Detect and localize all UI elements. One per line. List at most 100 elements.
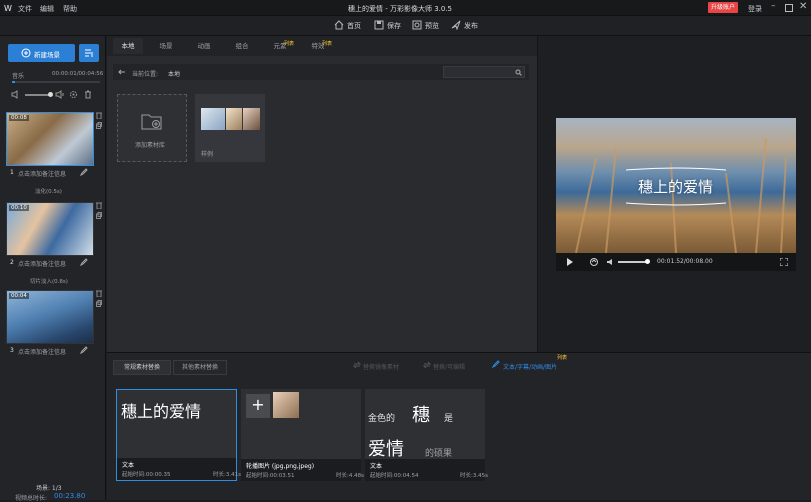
- card-duration: 时长:3.41s: [213, 472, 241, 478]
- window-title: 穗上的爱情 - 万彩影像大师 3.0.5: [348, 5, 453, 13]
- music-time: 00:00:01/00:04:56: [52, 71, 104, 77]
- copy-icon[interactable]: [96, 212, 102, 219]
- svg-text:W: W: [4, 4, 12, 13]
- replace-icon[interactable]: [353, 361, 361, 369]
- add-material-library[interactable]: 添加素材库: [117, 94, 187, 162]
- pen-icon[interactable]: [492, 360, 500, 368]
- scene-note[interactable]: 点击添加备注信息: [18, 259, 66, 268]
- card-text-preview: 穗上的爱情: [121, 402, 202, 421]
- sample-folder-preview: [243, 108, 260, 130]
- volume-up-icon[interactable]: [55, 90, 65, 99]
- scene-thumbnail-3[interactable]: 00:04: [6, 290, 94, 344]
- card-start: 起始时间:00:03.51: [246, 473, 295, 479]
- scene-thumbnail-2[interactable]: 00:10: [6, 202, 94, 256]
- menu-help[interactable]: 帮助: [63, 4, 77, 14]
- add-folder-icon: [141, 114, 162, 130]
- music-volume-slider[interactable]: [25, 92, 53, 97]
- action-replace-mirror[interactable]: 替换镜像素材: [363, 362, 399, 371]
- card-info: 文本 起始时间:00:04.54 时长:3.45s: [365, 459, 488, 481]
- minimize-button[interactable]: –: [771, 1, 776, 11]
- search-input[interactable]: [443, 66, 525, 78]
- edit-icon[interactable]: [80, 168, 88, 176]
- login-button[interactable]: 登录: [748, 4, 762, 14]
- add-image-button[interactable]: +: [246, 394, 270, 418]
- location-value: 本地: [168, 71, 181, 78]
- card-text-preview: 金色的 穗 是 爱情 的硕果: [368, 405, 454, 459]
- card-info: 文本 起始时间:00:00.35 时长:3.41s: [117, 458, 241, 480]
- back-arrow-icon[interactable]: [118, 68, 126, 76]
- music-label: 音乐: [12, 73, 25, 80]
- tab-combo[interactable]: 组合: [227, 38, 257, 54]
- tab-element[interactable]: 元素 列表: [265, 38, 295, 54]
- upgrade-button[interactable]: 升级账户: [708, 2, 739, 13]
- scene-thumbnail-1[interactable]: 00:08: [6, 112, 94, 166]
- preview-canvas[interactable]: 穗上的爱情: [556, 118, 796, 253]
- fullscreen-icon[interactable]: [780, 258, 788, 266]
- preview-time: 00:01.52/00:08.00: [657, 258, 713, 265]
- edit-icon[interactable]: [80, 346, 88, 354]
- tab-effect[interactable]: 特效 列表: [303, 38, 333, 54]
- scene-note[interactable]: 点击添加备注信息: [18, 169, 66, 178]
- scene-time-badge: 00:10: [9, 205, 29, 211]
- sample-folder-preview: [226, 108, 242, 130]
- sample-folder[interactable]: 样例: [195, 94, 265, 162]
- play-icon[interactable]: [566, 258, 574, 266]
- preview-icon: [412, 20, 422, 30]
- app-logo-icon: W: [3, 3, 13, 13]
- replace-edit-icon[interactable]: [423, 361, 431, 369]
- replace-card-text-1[interactable]: 穗上的爱情 文本 起始时间:00:00.35 时长:3.41s: [116, 389, 241, 481]
- card-start: 起始时间:00:00.35: [122, 472, 171, 478]
- card-image-thumb: [273, 392, 299, 418]
- trash-icon[interactable]: [84, 90, 92, 99]
- replace-card-image[interactable]: + 轮播图片 (jpg,png,jpeg) 起始时间:00:03.51 时长:4…: [241, 389, 364, 481]
- copy-icon[interactable]: [96, 300, 102, 307]
- new-scene-button[interactable]: 新建场景: [8, 44, 75, 62]
- scene-transition[interactable]: 淡化(0.5s): [35, 187, 62, 195]
- menu-edit[interactable]: 编辑: [40, 4, 54, 14]
- search-icon[interactable]: [515, 69, 522, 76]
- copy-icon[interactable]: [96, 122, 102, 129]
- card-start: 起始时间:00:04.54: [370, 473, 419, 479]
- tab-other-replace[interactable]: 其他素材替换: [173, 360, 227, 375]
- volume-down-icon[interactable]: [11, 90, 21, 99]
- scene-index: 1: [10, 169, 14, 176]
- tab-local[interactable]: 本地: [113, 38, 143, 54]
- replace-panel: 常规素材替换 其他素材替换 替换镜像素材 替换/可编辑 文本/字幕/动画/图片 …: [107, 352, 811, 500]
- scene-index: 3: [10, 347, 14, 354]
- tab-scene[interactable]: 场景: [151, 38, 181, 54]
- gear-icon[interactable]: [69, 90, 78, 99]
- card-duration: 时长:4.48s: [336, 473, 364, 479]
- tab-animation[interactable]: 动画: [189, 38, 219, 54]
- main-toolbar: 首页 保存 预览 发布: [0, 16, 811, 36]
- replace-card-text-2[interactable]: 金色的 穗 是 爱情 的硕果 文本 起始时间:00:04.54 时长:3.45s: [365, 389, 488, 481]
- video-duration-value: 00:23.80: [54, 492, 86, 500]
- scene-transition[interactable]: 切片淡入(0.8s): [30, 277, 68, 285]
- scene-list-icon: [85, 49, 93, 57]
- scene-note[interactable]: 点击添加备注信息: [18, 347, 66, 356]
- trash-icon[interactable]: [96, 202, 102, 209]
- tab-regular-replace[interactable]: 常规素材替换: [113, 360, 171, 375]
- maximize-button[interactable]: [785, 4, 793, 12]
- card-type: 文本: [122, 462, 135, 469]
- action-text-subtitle[interactable]: 文本/字幕/动画/图片: [503, 362, 557, 371]
- action-badge: 列表: [557, 355, 568, 361]
- card-type: 文本: [370, 463, 383, 470]
- video-duration-label: 视频总时长:: [15, 495, 48, 502]
- new-scene-label: 新建场景: [34, 51, 60, 59]
- sample-folder-label: 样例: [201, 151, 214, 158]
- action-replace-editable[interactable]: 替换/可编辑: [433, 362, 465, 371]
- edit-icon[interactable]: [80, 258, 88, 266]
- scene-menu-button[interactable]: [79, 44, 99, 62]
- music-progress[interactable]: [12, 81, 100, 83]
- player-controls: 00:01.52/00:08.00: [556, 253, 796, 271]
- close-button[interactable]: ✕: [799, 1, 807, 12]
- add-folder-label: 添加素材库: [135, 142, 166, 149]
- trash-icon[interactable]: [96, 290, 102, 297]
- trash-icon[interactable]: [96, 112, 102, 119]
- home-icon: [334, 20, 344, 30]
- card-type: 轮播图片 (jpg,png,jpeg): [246, 463, 315, 470]
- loop-icon[interactable]: [589, 257, 599, 267]
- preview-volume-slider[interactable]: [618, 259, 650, 264]
- menu-file[interactable]: 文件: [18, 4, 32, 14]
- volume-icon[interactable]: [606, 258, 615, 266]
